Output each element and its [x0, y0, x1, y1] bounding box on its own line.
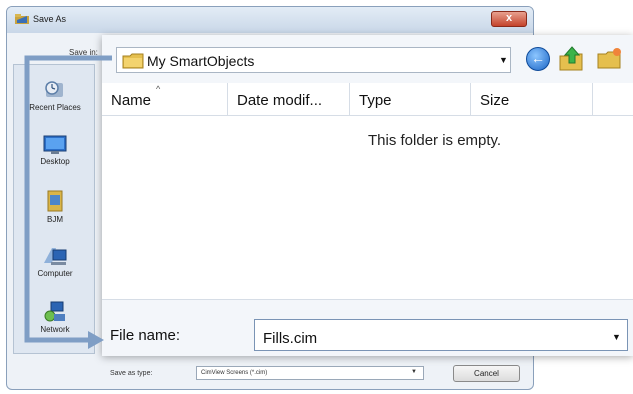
place-label: Desktop	[40, 157, 70, 166]
dialog-title: Save As	[33, 14, 67, 24]
back-button[interactable]: ←	[526, 47, 550, 71]
recent-places-icon	[45, 81, 63, 97]
up-folder-icon[interactable]	[558, 46, 586, 72]
save-in-dropdown[interactable]: My SmartObjects ▼	[116, 47, 511, 73]
places-bar: Recent Places Desktop BJM Computer Netwo…	[13, 64, 95, 354]
save-in-value: My SmartObjects	[147, 53, 255, 69]
save-as-icon	[15, 14, 29, 24]
place-bjm[interactable]: BJM	[14, 189, 96, 224]
zoomed-file-panel: My SmartObjects ▼ ← Name ^ Date modif...…	[102, 35, 633, 356]
place-network[interactable]: Network	[14, 301, 96, 334]
file-name-input[interactable]	[254, 319, 628, 351]
column-size[interactable]: Size	[471, 83, 593, 115]
column-header-row: Name ^ Date modif... Type Size	[102, 83, 633, 116]
place-computer[interactable]: Computer	[14, 245, 96, 278]
sort-ascending-icon: ^	[156, 84, 161, 94]
place-label: Network	[40, 325, 70, 334]
column-date-modified[interactable]: Date modif...	[228, 83, 350, 115]
place-desktop[interactable]: Desktop	[14, 135, 96, 166]
cancel-button[interactable]: Cancel	[453, 365, 520, 382]
chevron-down-icon: ▼	[411, 369, 417, 375]
column-label: Type	[359, 92, 392, 109]
save-as-type-label: Save as type:	[110, 370, 153, 377]
new-folder-icon[interactable]	[596, 46, 624, 72]
chevron-down-icon[interactable]: ▼	[499, 55, 508, 65]
place-label: Computer	[37, 269, 73, 278]
network-icon	[44, 301, 65, 322]
column-label: Date modif...	[237, 92, 323, 109]
save-as-type-select[interactable]: CimView Screens (*.cim) ▼	[196, 366, 424, 380]
column-label: Name	[111, 92, 152, 109]
empty-folder-message: This folder is empty.	[368, 132, 502, 149]
close-button[interactable]: x	[491, 11, 527, 27]
file-name-label: File name:	[110, 327, 181, 344]
file-name-row: File name: ▼	[102, 299, 633, 356]
save-as-type-value: CimView Screens (*.cim)	[201, 370, 268, 376]
title-bar: Save As x	[7, 7, 533, 33]
user-folder-icon	[47, 190, 63, 212]
place-label: Recent Places	[29, 103, 81, 112]
column-name[interactable]: Name ^	[102, 83, 228, 115]
column-label: Size	[480, 92, 510, 109]
folder-icon	[122, 53, 144, 69]
place-recent-places[interactable]: Recent Places	[14, 79, 96, 112]
computer-icon	[44, 248, 67, 265]
chevron-down-icon[interactable]: ▼	[612, 332, 621, 342]
place-label: BJM	[47, 215, 63, 224]
desktop-icon	[43, 135, 67, 154]
save-in-toolbar: My SmartObjects ▼ ←	[102, 35, 633, 83]
column-type[interactable]: Type	[350, 83, 471, 115]
save-in-label: Save in:	[69, 48, 98, 57]
